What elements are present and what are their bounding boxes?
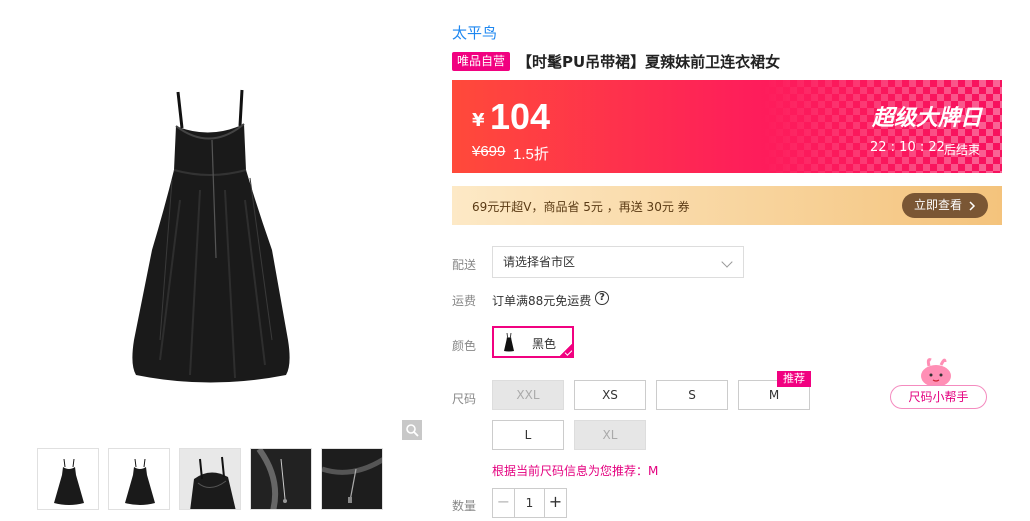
quantity-label: 数量 xyxy=(452,499,477,513)
size-option-s[interactable]: S xyxy=(656,380,728,410)
brand-link[interactable]: 太平鸟 xyxy=(452,22,497,43)
quantity-stepper[interactable]: − 1 + xyxy=(492,488,567,518)
size-recommendation-text: 根据当前尺码信息为您推荐：M xyxy=(492,464,659,478)
view-now-button[interactable]: 立即查看 xyxy=(901,193,988,218)
thumbnail-4[interactable] xyxy=(250,448,312,510)
thumbnail-3[interactable] xyxy=(179,448,241,510)
color-thumbnail xyxy=(504,332,514,352)
check-icon xyxy=(558,342,572,356)
shipping-label: 运费 xyxy=(452,294,477,308)
delivery-label: 配送 xyxy=(452,258,477,272)
current-price: 104 xyxy=(490,96,551,137)
event-name: 超级大牌日 xyxy=(871,106,982,131)
countdown-timer: 22 : 10 : 22 xyxy=(870,140,945,155)
quantity-increase-button[interactable]: + xyxy=(544,489,566,517)
mascot-icon xyxy=(921,358,951,387)
color-label: 颜色 xyxy=(452,339,477,353)
region-select-placeholder: 请选择省市区 xyxy=(503,255,576,269)
zoom-button[interactable] xyxy=(402,420,422,440)
thumbnail-5[interactable] xyxy=(321,448,383,510)
color-option-black[interactable]: 黑色 xyxy=(492,326,574,358)
chevron-right-icon xyxy=(969,200,976,211)
size-option-l[interactable]: L xyxy=(492,420,564,450)
discount-label: 1.5折 xyxy=(513,146,549,163)
quantity-decrease-button[interactable]: − xyxy=(493,489,515,517)
size-option-xs[interactable]: XS xyxy=(574,380,646,410)
size-label: 尺码 xyxy=(452,392,477,406)
main-product-image xyxy=(60,40,360,410)
countdown-suffix: 后结束 xyxy=(944,143,981,157)
chevron-down-icon xyxy=(721,256,733,268)
currency-symbol: ¥ xyxy=(472,110,485,131)
size-option-xl[interactable]: XL xyxy=(574,420,646,450)
help-icon[interactable]: ? xyxy=(595,291,609,305)
zoom-icon xyxy=(406,424,419,437)
vip-promo-bar: 69元开超V，商品省 5元 ，再送 30元 券 立即查看 xyxy=(452,186,1002,225)
region-select[interactable]: 请选择省市区 xyxy=(492,246,744,278)
thumbnail-1[interactable] xyxy=(37,448,99,510)
self-operated-badge: 唯品自营 xyxy=(452,52,511,71)
recommend-tag: 推荐 xyxy=(777,371,811,387)
size-helper-button[interactable]: 尺码小帮手 xyxy=(890,385,987,409)
price-banner: ¥ 104 ¥699 1.5折 超级大牌日 22 : 10 : 22 后结束 xyxy=(452,80,1002,173)
color-option-label: 黑色 xyxy=(532,337,557,351)
size-option-xxl[interactable]: XXL xyxy=(492,380,564,410)
quantity-input[interactable]: 1 xyxy=(515,489,544,517)
thumbnail-2[interactable] xyxy=(108,448,170,510)
vip-promo-text: 69元开超V，商品省 5元 ，再送 30元 券 xyxy=(472,200,690,214)
view-now-label: 立即查看 xyxy=(913,198,962,212)
product-title: 【时髦PU吊带裙】夏辣妹前卫连衣裙女 xyxy=(517,53,781,71)
shipping-text: 订单满88元免运费 xyxy=(492,294,592,308)
original-price: ¥699 xyxy=(472,143,506,160)
